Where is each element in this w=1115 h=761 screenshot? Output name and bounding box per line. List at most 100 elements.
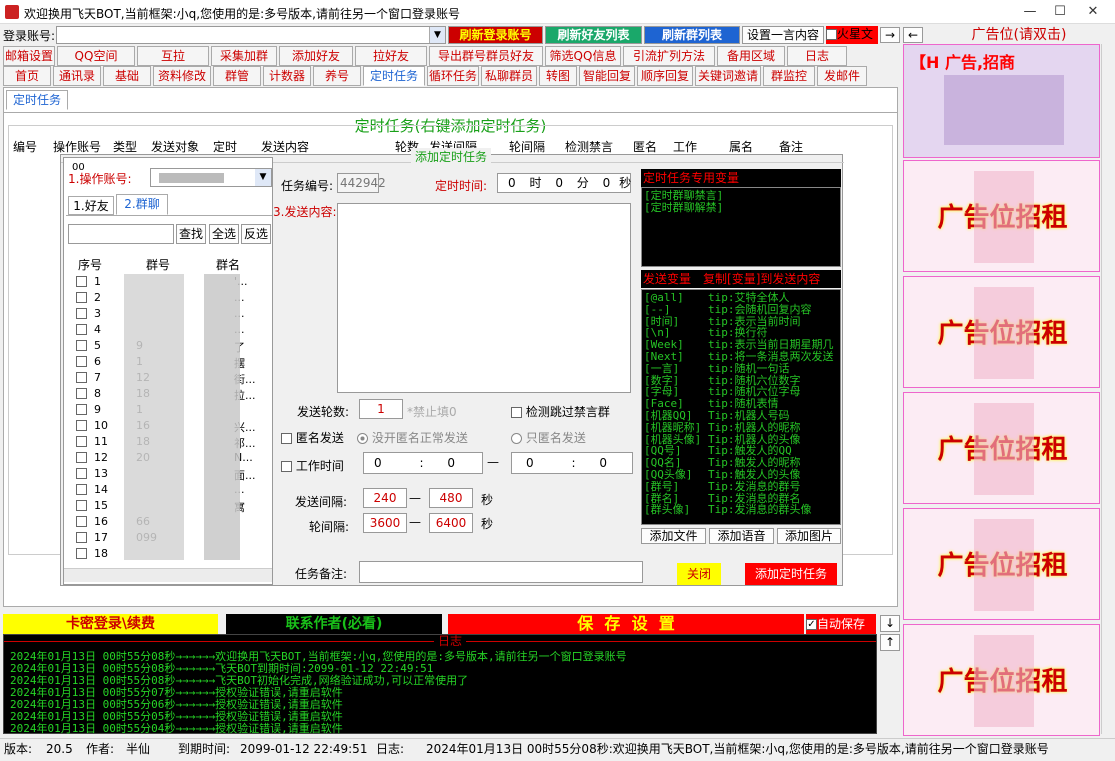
rounds-input[interactable]: 1	[359, 399, 403, 419]
group-row-checkbox[interactable]	[76, 372, 87, 383]
close-button[interactable]: ✕	[1078, 2, 1108, 22]
anon-option-normal[interactable]: 没开匿名正常发送	[357, 429, 468, 446]
ad-slot-4[interactable]: 广告位招租	[903, 508, 1100, 620]
card-login-button[interactable]: 卡密登录\续费	[3, 614, 218, 634]
refresh-login-button[interactable]: 刷新登录账号	[448, 26, 543, 44]
group-row-checkbox[interactable]	[76, 308, 87, 319]
ad-top[interactable]: 【H 广告,招商	[903, 44, 1100, 158]
select-all-button[interactable]: 全选	[209, 224, 239, 244]
skip-mute-toggle[interactable]: 检测跳过禁言群	[511, 403, 610, 420]
tab-10[interactable]: 私聊群员	[481, 66, 537, 86]
login-account-select[interactable]: ▼	[56, 26, 446, 44]
group-row-checkbox[interactable]	[76, 420, 87, 431]
tab-6[interactable]: 计数器	[263, 66, 311, 86]
menu-item-8[interactable]: 筛选QQ信息	[545, 46, 621, 66]
arrow-left-button[interactable]: ←	[903, 27, 923, 43]
send-var-item[interactable]: [QQ头像] Tip:触发人的头像	[644, 469, 838, 481]
content-textarea[interactable]	[337, 203, 631, 393]
ad-slot-1[interactable]: 广告位招租	[903, 160, 1100, 272]
tab-4[interactable]: 资料修改	[153, 66, 211, 86]
autosave-toggle[interactable]: ✓自动保存	[806, 614, 876, 634]
add-image-button[interactable]: 添加图片	[777, 528, 841, 544]
tab-16[interactable]: 发邮件	[817, 66, 867, 86]
tab-12[interactable]: 智能回复	[579, 66, 635, 86]
group-row-checkbox[interactable]	[76, 436, 87, 447]
worktime-start[interactable]: 0 : 0	[363, 452, 483, 474]
tab-friends[interactable]: 1.好友	[68, 196, 114, 215]
tab-3[interactable]: 基础	[103, 66, 151, 86]
send-var-item[interactable]: [一言] tip:随机一句话	[644, 363, 838, 375]
tab-5[interactable]: 群管	[213, 66, 261, 86]
send-var-item[interactable]: [机器QQ] Tip:机器人号码	[644, 410, 838, 422]
send-var-item[interactable]: [群号] Tip:发消息的群号	[644, 481, 838, 493]
scroll-up-button[interactable]: ↑	[880, 634, 900, 651]
tab-2[interactable]: 通讯录	[53, 66, 101, 86]
save-settings-button[interactable]: 保 存 设 置	[448, 614, 804, 634]
send-var-item[interactable]: [--] tip:会随机回复内容	[644, 304, 838, 316]
add-file-button[interactable]: 添加文件	[641, 528, 706, 544]
subtab-scheduled[interactable]: 定时任务	[6, 90, 68, 110]
tab-groups[interactable]: 2.群聊	[116, 194, 168, 215]
send-var-item[interactable]: [Next] tip:将一条消息两次发送	[644, 351, 838, 363]
refresh-groups-button[interactable]: 刷新群列表	[644, 26, 740, 44]
group-row-checkbox[interactable]	[76, 340, 87, 351]
task-var-item[interactable]: [定时群聊禁言]	[644, 190, 838, 202]
tab-8[interactable]: 定时任务	[363, 66, 425, 86]
tab-7[interactable]: 养号	[313, 66, 361, 86]
ad-slot-2[interactable]: 广告位招租	[903, 276, 1100, 388]
menu-item-11[interactable]: 日志	[787, 46, 847, 66]
menu-item-7[interactable]: 导出群号群员好友	[429, 46, 543, 66]
search-button[interactable]: 查找	[176, 224, 206, 244]
menu-item-6[interactable]: 拉好友	[355, 46, 427, 66]
autosave-checkbox[interactable]: ✓	[806, 619, 817, 630]
group-row-checkbox[interactable]	[76, 516, 87, 527]
interval-min-input[interactable]: 240	[363, 488, 407, 508]
menu-item-1[interactable]: 邮箱设置	[3, 46, 55, 66]
star-text-toggle[interactable]: 火星文	[826, 26, 878, 44]
worktime-toggle[interactable]: 工作时间	[281, 457, 344, 474]
anon-option-only[interactable]: 只匿名发送	[511, 429, 586, 446]
group-row-checkbox[interactable]	[76, 452, 87, 463]
refresh-friends-button[interactable]: 刷新好友列表	[545, 26, 642, 44]
ad-slot-3[interactable]: 广告位招租	[903, 392, 1100, 504]
group-row-checkbox[interactable]	[76, 388, 87, 399]
worktime-end[interactable]: 0 : 0	[511, 452, 633, 474]
tab-11[interactable]: 转图	[539, 66, 577, 86]
ad-scrollbar[interactable]	[1101, 44, 1113, 734]
add-task-button[interactable]: 添加定时任务	[745, 563, 837, 585]
group-row-checkbox[interactable]	[76, 404, 87, 415]
group-row-checkbox[interactable]	[76, 532, 87, 543]
menu-item-9[interactable]: 引流扩列方法	[623, 46, 715, 66]
time-input[interactable]: 0 时 0 分 0 秒	[497, 173, 631, 193]
group-row-checkbox[interactable]	[76, 292, 87, 303]
menu-item-3[interactable]: 互拉	[137, 46, 209, 66]
skip-mute-checkbox[interactable]	[511, 407, 522, 418]
star-text-checkbox[interactable]	[826, 29, 837, 40]
group-search-input[interactable]	[68, 224, 174, 244]
invert-button[interactable]: 反选	[241, 224, 271, 244]
group-row-checkbox[interactable]	[76, 356, 87, 367]
tab-13[interactable]: 顺序回复	[637, 66, 693, 86]
send-var-item[interactable]: [群头像] Tip:发消息的群头像	[644, 504, 838, 516]
arrow-right-button[interactable]: →	[880, 27, 900, 43]
group-row-checkbox[interactable]	[76, 324, 87, 335]
interval-max-input[interactable]: 480	[429, 488, 473, 508]
tab-9[interactable]: 循环任务	[427, 66, 479, 86]
anon-toggle[interactable]: 匿名发送	[281, 429, 344, 446]
dialog-close-button[interactable]: 关闭	[677, 563, 721, 585]
task-var-item[interactable]: [定时群聊解禁]	[644, 201, 838, 214]
menu-item-2[interactable]: QQ空间	[57, 46, 135, 66]
contact-button[interactable]: 联系作者(必看)	[226, 614, 442, 634]
scroll-down-button[interactable]: ↓	[880, 615, 900, 632]
group-row-checkbox[interactable]	[76, 468, 87, 479]
remark-input[interactable]	[359, 561, 643, 583]
group-row-checkbox[interactable]	[76, 500, 87, 511]
group-row-checkbox[interactable]	[76, 484, 87, 495]
maximize-button[interactable]: ☐	[1045, 2, 1075, 22]
tab-15[interactable]: 群监控	[763, 66, 815, 86]
menu-item-4[interactable]: 采集加群	[211, 46, 277, 66]
set-text-button[interactable]: 设置一言内容	[742, 26, 824, 44]
add-voice-button[interactable]: 添加语音	[709, 528, 774, 544]
tab-14[interactable]: 关键词邀请	[695, 66, 761, 86]
horizontal-scrollbar[interactable]	[64, 568, 272, 582]
